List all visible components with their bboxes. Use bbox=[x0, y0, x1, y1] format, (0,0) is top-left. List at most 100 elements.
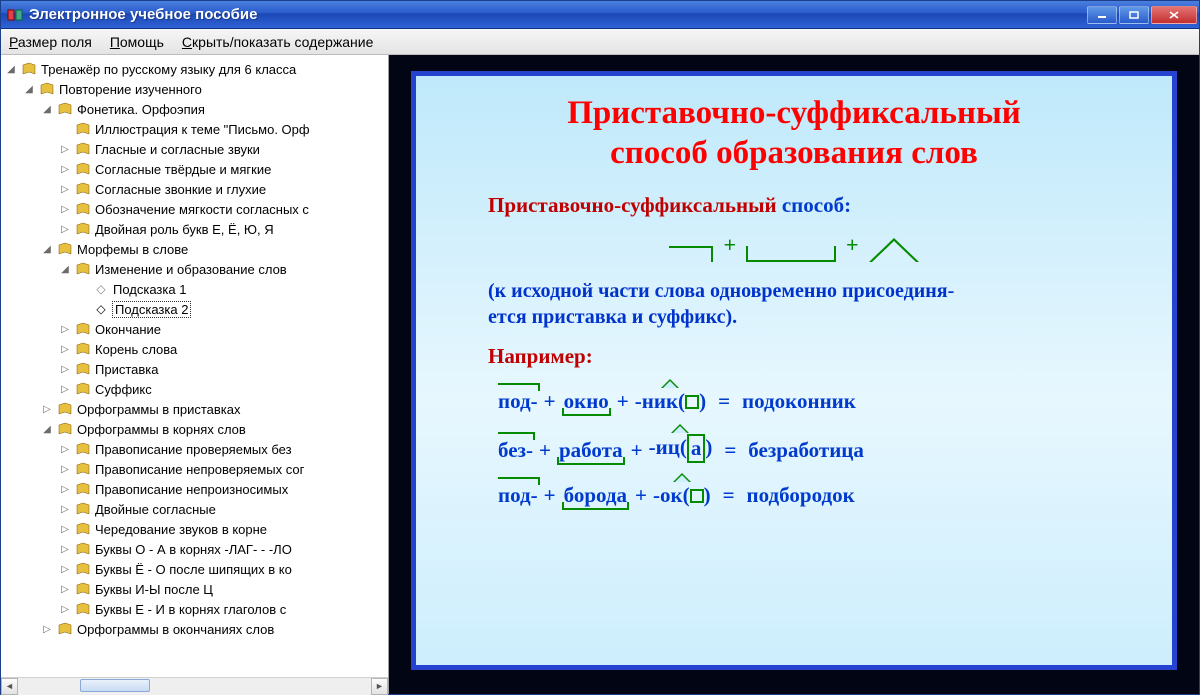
menu-toggle-toc[interactable]: Скрыть/показать содержание bbox=[182, 34, 373, 50]
tree-item[interactable]: ▷Обозначение мягкости согласных с bbox=[5, 199, 388, 219]
book-icon bbox=[75, 141, 91, 157]
expand-icon[interactable]: ▷ bbox=[59, 163, 71, 175]
tree-item[interactable]: ▷Согласные твёрдые и мягкие bbox=[5, 159, 388, 179]
book-icon bbox=[75, 161, 91, 177]
expand-icon[interactable]: ▷ bbox=[59, 523, 71, 535]
menu-help[interactable]: Помощь bbox=[110, 34, 164, 50]
expand-icon[interactable]: ▷ bbox=[59, 463, 71, 475]
tree-item[interactable]: ▷Буквы О - А в корнях -ЛАГ- - -ЛО bbox=[5, 539, 388, 559]
expand-icon[interactable]: ▷ bbox=[59, 323, 71, 335]
tree-item[interactable]: ◢Фонетика. Орфоэпия bbox=[5, 99, 388, 119]
book-icon bbox=[75, 561, 91, 577]
scroll-left-button[interactable]: ◄ bbox=[1, 678, 18, 695]
expand-icon[interactable]: ▷ bbox=[59, 223, 71, 235]
tree-item[interactable]: ▷Приставка bbox=[5, 359, 388, 379]
expand-icon[interactable]: ▷ bbox=[41, 623, 53, 635]
book-icon bbox=[75, 261, 91, 277]
expand-icon[interactable]: ▷ bbox=[59, 143, 71, 155]
menu-field-size[interactable]: Размер поля bbox=[9, 34, 92, 50]
tree-item[interactable]: ▷Орфограммы в окончаниях слов bbox=[5, 619, 388, 639]
tree-item[interactable]: ▷Гласные и согласные звуки bbox=[5, 139, 388, 159]
example-label: Например: bbox=[488, 344, 1136, 369]
tree-item[interactable]: ▷Буквы Ё - О после шипящих в ко bbox=[5, 559, 388, 579]
expand-icon[interactable]: ▷ bbox=[59, 483, 71, 495]
example-row: без-+ работа+ -иц(а) =безработица bbox=[498, 424, 1136, 463]
expand-icon[interactable]: ▷ bbox=[59, 383, 71, 395]
tree-item-selected[interactable]: ◇Подсказка 2 bbox=[5, 299, 388, 319]
tree-item[interactable]: ◢Морфемы в слове bbox=[5, 239, 388, 259]
tree-item[interactable]: ▷Суффикс bbox=[5, 379, 388, 399]
collapse-icon[interactable]: ◢ bbox=[59, 263, 71, 275]
prefix-symbol bbox=[669, 246, 713, 262]
expand-icon[interactable]: ▷ bbox=[59, 543, 71, 555]
expand-icon[interactable]: ▷ bbox=[41, 403, 53, 415]
window-title: Электронное учебное пособие bbox=[29, 6, 1087, 23]
example-row: под-+ борода+ -ок() =подбородок bbox=[498, 473, 1136, 508]
tree-item[interactable]: ▷Согласные звонкие и глухие bbox=[5, 179, 388, 199]
tree-item[interactable]: ▷Правописание непроверяемых сог bbox=[5, 459, 388, 479]
scroll-right-button[interactable]: ► bbox=[371, 678, 388, 695]
collapse-icon[interactable]: ◢ bbox=[23, 83, 35, 95]
book-icon bbox=[75, 341, 91, 357]
tree-item[interactable]: ▷Двойная роль букв Е, Ё, Ю, Я bbox=[5, 219, 388, 239]
app-icon bbox=[7, 7, 23, 23]
tree-item[interactable]: ◢Изменение и образование слов bbox=[5, 259, 388, 279]
book-icon bbox=[75, 541, 91, 557]
collapse-icon[interactable]: ◢ bbox=[41, 103, 53, 115]
tree-item[interactable]: ▷Орфограммы в приставках bbox=[5, 399, 388, 419]
minimize-button[interactable] bbox=[1087, 6, 1117, 24]
tree-item[interactable]: ▷Буквы Е - И в корнях глаголов с bbox=[5, 599, 388, 619]
book-icon bbox=[75, 461, 91, 477]
book-icon bbox=[75, 521, 91, 537]
tree-item[interactable]: ▷Буквы И-Ы после Ц bbox=[5, 579, 388, 599]
lesson-slide: Приставочно-суффиксальныйспособ образова… bbox=[411, 71, 1177, 670]
book-icon bbox=[75, 221, 91, 237]
expand-icon[interactable]: ▷ bbox=[59, 563, 71, 575]
book-icon bbox=[57, 241, 73, 257]
root-symbol bbox=[746, 246, 836, 262]
morpheme-scheme: + + bbox=[452, 228, 1136, 262]
examples: под-+ окно+ -ник() =подоконник без-+ раб… bbox=[498, 379, 1136, 508]
close-button[interactable] bbox=[1151, 6, 1197, 24]
book-icon bbox=[75, 361, 91, 377]
scroll-thumb[interactable] bbox=[80, 679, 150, 692]
expand-icon[interactable]: ▷ bbox=[59, 203, 71, 215]
book-icon bbox=[75, 501, 91, 517]
tree-item[interactable]: ◢Орфограммы в корнях слов bbox=[5, 419, 388, 439]
content-panel: Приставочно-суффиксальныйспособ образова… bbox=[389, 55, 1199, 694]
tree-item[interactable]: ◇Подсказка 1 bbox=[5, 279, 388, 299]
collapse-icon[interactable]: ◢ bbox=[5, 63, 17, 75]
collapse-icon[interactable]: ◢ bbox=[41, 243, 53, 255]
maximize-button[interactable] bbox=[1119, 6, 1149, 24]
tree-item[interactable]: ◢Тренажёр по русскому языку для 6 класса bbox=[5, 59, 388, 79]
expand-icon[interactable]: ▷ bbox=[59, 183, 71, 195]
slide-explanation: (к исходной части слова одновременно при… bbox=[488, 278, 1136, 330]
tree-item[interactable]: ▷Правописание непроизносимых bbox=[5, 479, 388, 499]
expand-icon[interactable]: ▷ bbox=[59, 583, 71, 595]
expand-icon[interactable]: ▷ bbox=[59, 363, 71, 375]
toc-tree[interactable]: ◢Тренажёр по русскому языку для 6 класса… bbox=[1, 55, 388, 677]
tree-item[interactable]: ▷Корень слова bbox=[5, 339, 388, 359]
book-icon bbox=[57, 621, 73, 637]
collapse-icon[interactable]: ◢ bbox=[41, 423, 53, 435]
book-icon bbox=[75, 601, 91, 617]
book-icon bbox=[57, 101, 73, 117]
book-icon bbox=[75, 441, 91, 457]
expand-icon[interactable]: ▷ bbox=[59, 343, 71, 355]
scroll-track[interactable] bbox=[18, 678, 371, 695]
expand-icon[interactable]: ▷ bbox=[59, 503, 71, 515]
menubar: Размер поля Помощь Скрыть/показать содер… bbox=[1, 29, 1199, 55]
tree-item[interactable]: Иллюстрация к теме "Письмо. Орф bbox=[5, 119, 388, 139]
tree-item[interactable]: ◢Повторение изученного bbox=[5, 79, 388, 99]
expand-icon[interactable]: ▷ bbox=[59, 603, 71, 615]
tree-item[interactable]: ▷Правописание проверяемых без bbox=[5, 439, 388, 459]
tree-item[interactable]: ▷Чередование звуков в корне bbox=[5, 519, 388, 539]
client-area: ◢Тренажёр по русскому языку для 6 класса… bbox=[1, 55, 1199, 694]
horizontal-scrollbar[interactable]: ◄ ► bbox=[1, 677, 388, 694]
tree-item[interactable]: ▷Двойные согласные bbox=[5, 499, 388, 519]
book-icon bbox=[39, 81, 55, 97]
expand-icon[interactable]: ▷ bbox=[59, 443, 71, 455]
book-icon bbox=[75, 121, 91, 137]
titlebar[interactable]: Электронное учебное пособие bbox=[1, 1, 1199, 29]
tree-item[interactable]: ▷Окончание bbox=[5, 319, 388, 339]
